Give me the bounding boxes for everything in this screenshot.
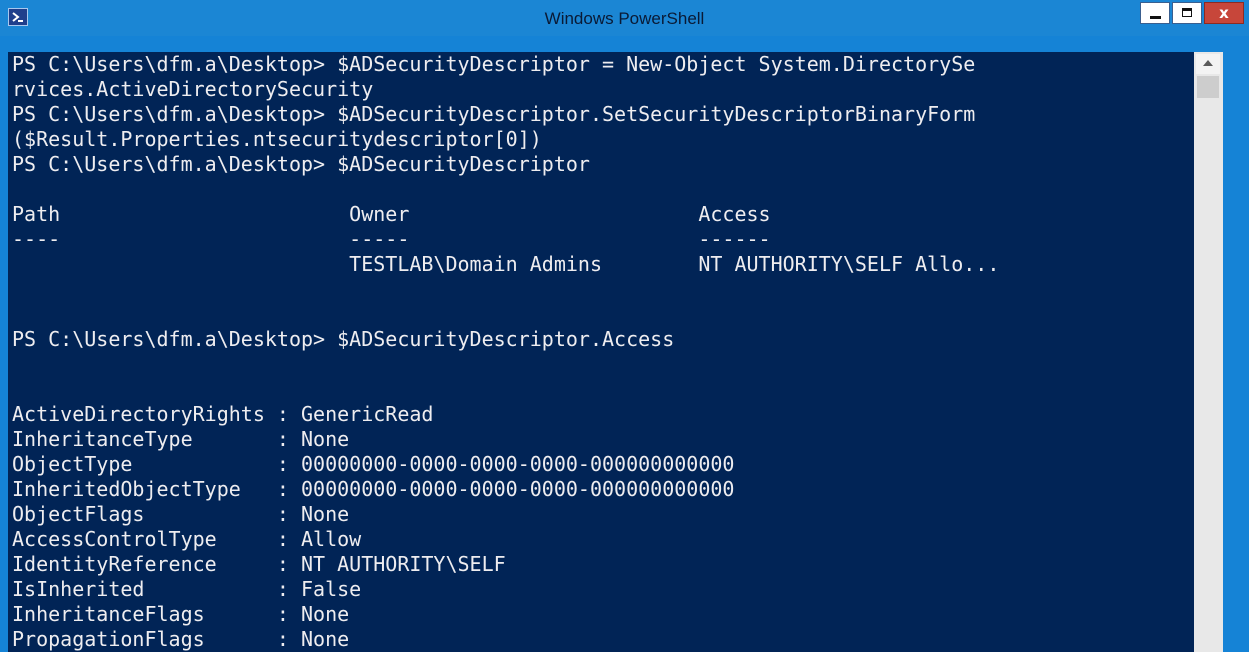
console-line: IdentityReference : NT AUTHORITY\SELF bbox=[12, 552, 506, 576]
console-line: ObjectFlags : None bbox=[12, 502, 350, 526]
minimize-button[interactable] bbox=[1140, 2, 1170, 24]
console-line: PS C:\Users\dfm.a\Desktop> $ADSecurityDe… bbox=[12, 327, 675, 351]
console-line: ---- ----- ------ bbox=[12, 227, 771, 251]
console-line: IsInherited : False bbox=[12, 577, 362, 601]
scrollbar-thumb[interactable] bbox=[1197, 76, 1219, 98]
maximize-button[interactable] bbox=[1172, 2, 1202, 24]
close-icon: x bbox=[1219, 4, 1229, 22]
scroll-up-arrow-icon[interactable] bbox=[1196, 54, 1220, 74]
console-output[interactable]: PS C:\Users\dfm.a\Desktop> $ADSecurityDe… bbox=[8, 52, 1194, 652]
console-line: ActiveDirectoryRights : GenericRead bbox=[12, 402, 434, 426]
window-frame-border bbox=[1223, 36, 1249, 652]
window-title: Windows PowerShell bbox=[544, 9, 705, 28]
console-line: ObjectType : 00000000-0000-0000-0000-000… bbox=[12, 452, 735, 476]
powershell-window: Windows PowerShell x PS C:\Users\dfm.a\D… bbox=[0, 0, 1249, 652]
console-line: ($Result.Properties.ntsecuritydescriptor… bbox=[12, 127, 542, 151]
console-line: PS C:\Users\dfm.a\Desktop> $ADSecurityDe… bbox=[12, 52, 976, 76]
console-line: InheritedObjectType : 00000000-0000-0000… bbox=[12, 477, 735, 501]
vertical-scrollbar[interactable] bbox=[1194, 52, 1223, 652]
console-line: rvices.ActiveDirectorySecurity bbox=[12, 77, 374, 101]
console-line: AccessControlType : Allow bbox=[12, 527, 362, 551]
console-line: PS C:\Users\dfm.a\Desktop> $ADSecurityDe… bbox=[12, 102, 976, 126]
console-line: Path Owner Access bbox=[12, 202, 771, 226]
close-button[interactable]: x bbox=[1204, 2, 1244, 24]
console-line: PS C:\Users\dfm.a\Desktop> $ADSecurityDe… bbox=[12, 152, 590, 176]
console-line: TESTLAB\Domain Admins NT AUTHORITY\SELF … bbox=[12, 252, 1000, 276]
console-line: InheritanceFlags : None bbox=[12, 602, 350, 626]
title-bar[interactable]: Windows PowerShell x bbox=[0, 0, 1249, 36]
console-line: PropagationFlags : None bbox=[12, 627, 350, 651]
console-line: InheritanceType : None bbox=[12, 427, 350, 451]
